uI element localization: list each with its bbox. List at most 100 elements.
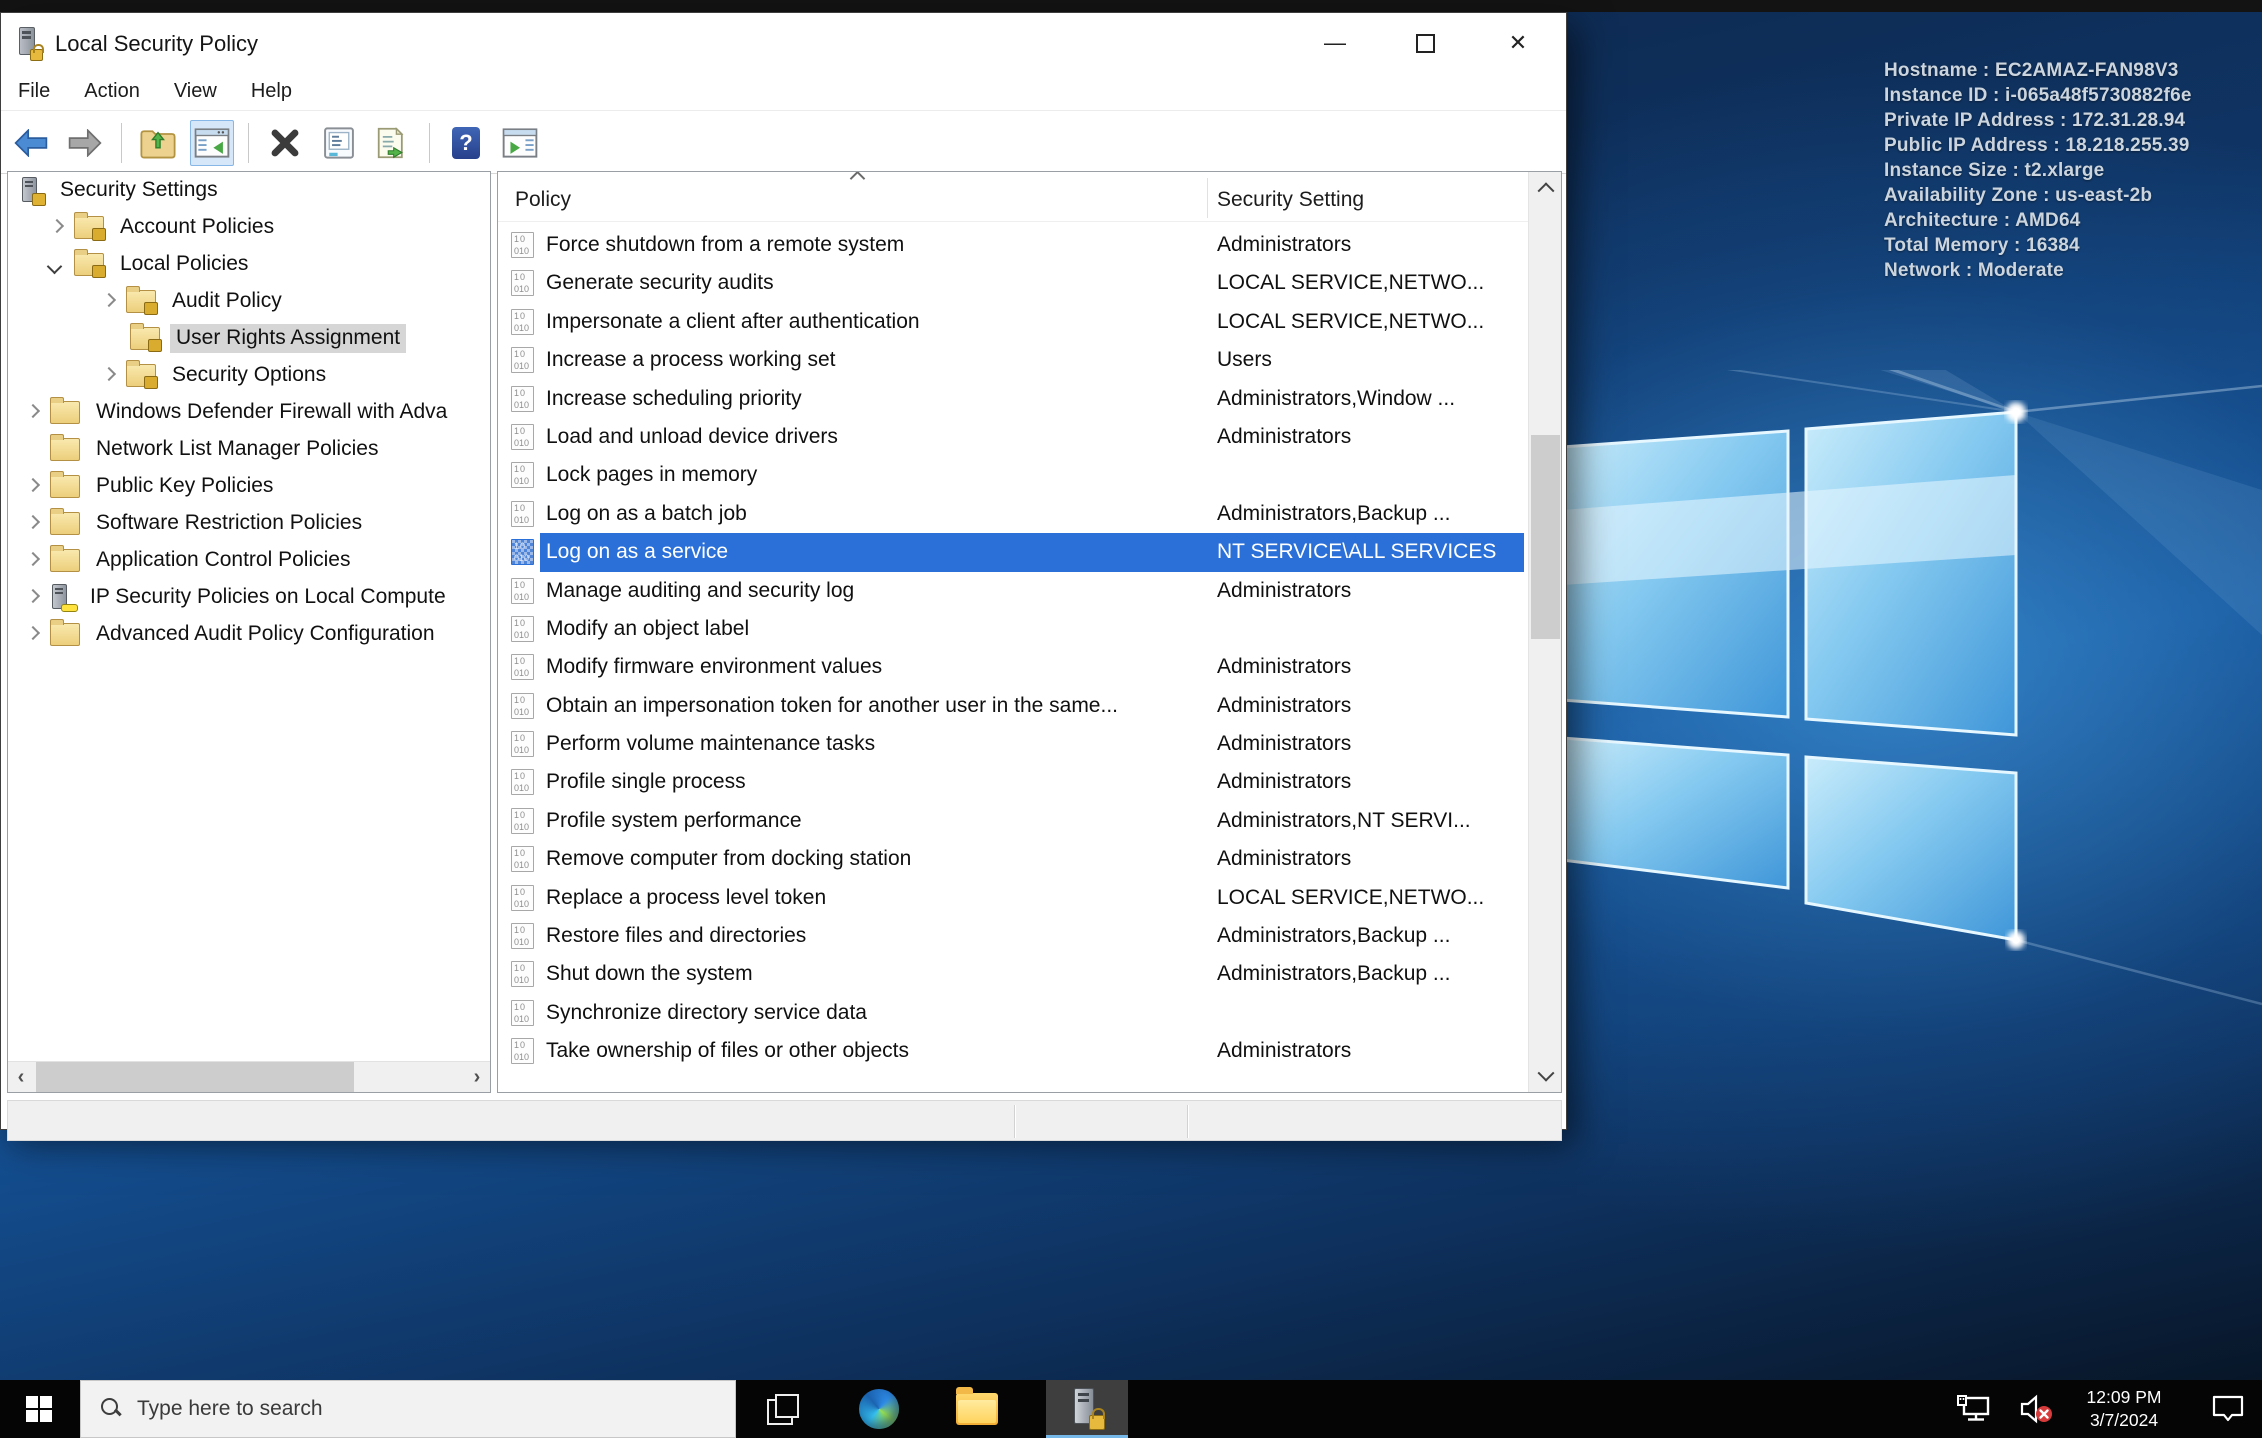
tree-horizontal-scrollbar[interactable]: ‹ › [8, 1061, 490, 1092]
table-row-selected[interactable]: Log on as a serviceNT SERVICE\ALL SERVIC… [498, 533, 1528, 572]
table-row[interactable]: Load and unload device driversAdministra… [498, 418, 1528, 456]
back-button[interactable] [9, 120, 53, 166]
table-row[interactable]: Impersonate a client after authenticatio… [498, 303, 1528, 341]
clock-time: 12:09 PM [2086, 1387, 2162, 1407]
table-row[interactable]: Lock pages in memory [498, 456, 1528, 494]
tree-item-ip-security-policies[interactable]: IP Security Policies on Local Compute [8, 579, 490, 616]
scroll-right-arrow-icon[interactable]: › [464, 1062, 490, 1092]
tree-item-advanced-audit-policy[interactable]: Advanced Audit Policy Configuration [8, 616, 490, 653]
table-row[interactable]: Synchronize directory service data [498, 994, 1528, 1032]
chevron-right-icon[interactable] [24, 479, 40, 495]
table-row[interactable]: Profile single processAdministrators [498, 763, 1528, 801]
table-row[interactable]: Modify an object label [498, 610, 1528, 648]
folder-lock-icon [130, 323, 162, 352]
scroll-down-arrow-icon[interactable] [1529, 1060, 1561, 1092]
table-row[interactable]: Take ownership of files or other objects… [498, 1032, 1528, 1070]
chevron-right-icon[interactable] [24, 627, 40, 643]
file-explorer-button[interactable] [942, 1380, 1012, 1438]
column-header-security-setting[interactable]: Security Setting [1217, 188, 1364, 212]
chevron-right-icon[interactable] [48, 220, 64, 236]
folder-icon [50, 434, 80, 461]
menu-action[interactable]: Action [67, 73, 157, 110]
properties-button[interactable] [317, 120, 361, 166]
table-row[interactable]: Restore files and directoriesAdministrat… [498, 917, 1528, 955]
policy-icon [511, 615, 534, 642]
scroll-up-arrow-icon[interactable] [1529, 172, 1561, 204]
task-view-button[interactable] [748, 1380, 816, 1438]
table-row[interactable]: Increase a process working setUsers [498, 341, 1528, 379]
chevron-down-icon[interactable] [48, 257, 64, 273]
delete-x-icon [271, 129, 299, 156]
table-row[interactable]: Obtain an impersonation token for anothe… [498, 687, 1528, 725]
table-row[interactable]: Replace a process level tokenLOCAL SERVI… [498, 879, 1528, 917]
table-row[interactable]: Manage auditing and security logAdminist… [498, 572, 1528, 610]
table-row[interactable]: Log on as a batch jobAdministrators,Back… [498, 495, 1528, 533]
help-button[interactable]: ? [444, 120, 488, 166]
chevron-right-icon[interactable] [24, 590, 40, 606]
show-console-tree-button[interactable] [190, 119, 234, 166]
chevron-right-icon[interactable] [100, 368, 116, 384]
start-button[interactable] [0, 1380, 78, 1438]
host-info-line: Instance Size : t2.xlarge [1884, 160, 2105, 181]
chevron-right-icon[interactable] [24, 553, 40, 569]
close-button[interactable]: ✕ [1484, 13, 1552, 73]
volume-tray-button[interactable] [2008, 1380, 2066, 1438]
tree-item-user-rights-assignment[interactable]: User Rights Assignment [8, 320, 490, 357]
menu-file[interactable]: File [1, 73, 67, 110]
tree-item-software-restriction[interactable]: Software Restriction Policies [8, 505, 490, 542]
vertical-scroll-thumb[interactable] [1531, 435, 1560, 639]
show-action-pane-button[interactable] [498, 120, 542, 166]
tree-item-audit-policy[interactable]: Audit Policy [8, 283, 490, 320]
column-header-policy[interactable]: Policy [515, 188, 571, 212]
task-view-icon [767, 1394, 799, 1425]
title-bar[interactable]: Local Security Policy — ✕ [1, 13, 1566, 73]
table-row[interactable]: Shut down the systemAdministrators,Backu… [498, 955, 1528, 993]
export-list-button[interactable] [371, 120, 415, 166]
chevron-right-icon[interactable] [100, 294, 116, 310]
folder-lock-icon [126, 286, 158, 315]
table-row[interactable]: Profile system performanceAdministrators… [498, 802, 1528, 840]
taskbar-search[interactable] [80, 1380, 736, 1438]
table-row[interactable]: Modify firmware environment valuesAdmini… [498, 648, 1528, 686]
menu-view[interactable]: View [157, 73, 234, 110]
forward-button[interactable] [63, 120, 107, 166]
horizontal-scroll-thumb[interactable] [36, 1062, 354, 1092]
action-center-button[interactable] [2198, 1380, 2258, 1438]
minimize-button[interactable]: — [1301, 13, 1369, 73]
table-row[interactable]: Force shutdown from a remote systemAdmin… [498, 226, 1528, 264]
tree-item-account-policies[interactable]: Account Policies [8, 209, 490, 246]
policy-icon [511, 308, 534, 335]
tree-item-application-control[interactable]: Application Control Policies [8, 542, 490, 579]
tree-item-network-list-manager[interactable]: Network List Manager Policies [8, 431, 490, 468]
tree-item-security-options[interactable]: Security Options [8, 357, 490, 394]
maximize-button[interactable] [1391, 13, 1459, 73]
tree-item-security-settings[interactable]: Security Settings [8, 172, 490, 209]
table-row[interactable]: Increase scheduling priorityAdministrato… [498, 380, 1528, 418]
taskbar-clock[interactable]: 12:09 PM 3/7/2024 [2072, 1380, 2176, 1438]
table-row[interactable]: Generate security auditsLOCAL SERVICE,NE… [498, 264, 1528, 302]
column-divider[interactable] [1207, 178, 1208, 218]
policy-icon [511, 577, 534, 604]
tree-item-windows-defender-firewall[interactable]: Windows Defender Firewall with Adva [8, 394, 490, 431]
edge-browser-button[interactable] [844, 1380, 914, 1438]
search-input[interactable] [137, 1397, 697, 1421]
window-title: Local Security Policy [55, 31, 258, 56]
chevron-right-icon[interactable] [24, 516, 40, 532]
chevron-right-icon[interactable] [24, 405, 40, 421]
table-row[interactable]: Perform volume maintenance tasksAdminist… [498, 725, 1528, 763]
toolbar: ? [1, 112, 1566, 174]
menu-help[interactable]: Help [234, 73, 309, 110]
folder-icon [50, 397, 80, 424]
export-folder-button[interactable] [136, 120, 180, 166]
table-row[interactable]: Remove computer from docking stationAdmi… [498, 840, 1528, 878]
delete-button[interactable] [263, 120, 307, 166]
action-pane-icon [502, 127, 538, 158]
tree-item-public-key-policies[interactable]: Public Key Policies [8, 468, 490, 505]
secpol-taskbar-button-active[interactable] [1046, 1380, 1128, 1438]
computer-key-icon [50, 583, 78, 612]
tree-item-local-policies[interactable]: Local Policies [8, 246, 490, 283]
list-vertical-scrollbar[interactable] [1528, 172, 1561, 1092]
network-tray-button[interactable] [1946, 1380, 2002, 1438]
scroll-left-arrow-icon[interactable]: ‹ [8, 1062, 34, 1092]
policy-icon [511, 807, 534, 834]
